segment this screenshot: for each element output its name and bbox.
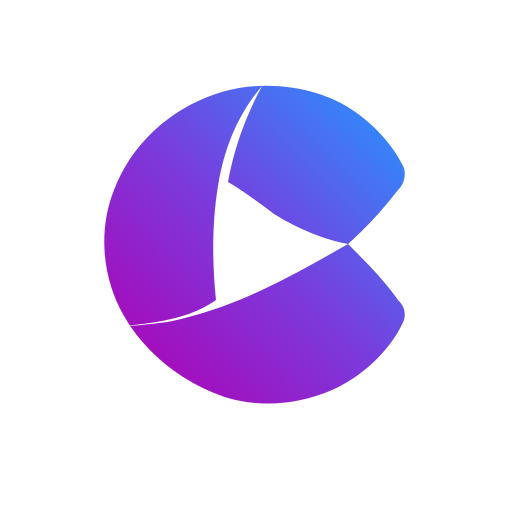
app-icon-canvas <box>0 0 512 512</box>
play-c-logo-icon <box>104 85 405 404</box>
